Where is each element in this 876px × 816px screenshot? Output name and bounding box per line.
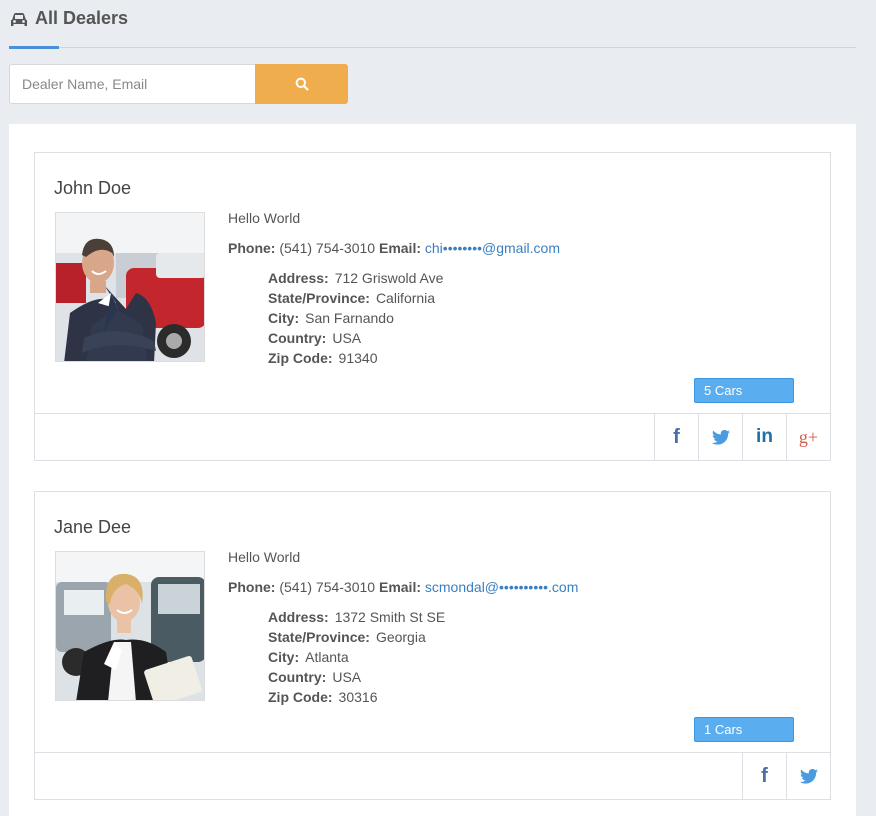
title-divider [9,47,856,48]
country-label: Country: [268,669,327,685]
zip-label: Zip Code: [268,689,333,705]
facebook-icon[interactable]: f [654,414,698,460]
city-value: San Farnando [305,310,394,326]
state-label: State/Province: [268,290,370,306]
zip-value: 30316 [338,689,378,705]
search-icon [295,77,309,91]
city-value: Atlanta [305,649,349,665]
country-value: USA [332,330,362,346]
zip-label: Zip Code: [268,350,333,366]
search-button[interactable] [255,64,348,104]
dealer-photo [55,212,205,362]
cars-count-badge[interactable]: 1 Cars [694,717,794,742]
email-label: Email: [378,579,421,595]
dealer-bio: Hello World [228,549,301,565]
country-label: Country: [268,330,327,346]
email-link[interactable]: scmondal@••••••••••.com [425,579,578,595]
phone-label: Phone: [228,240,276,256]
dealer-card: John Doe Hello World Phone: (541) 754-30… [34,152,831,461]
dealer-address: Address: 1372 Smith St SE State/Province:… [268,609,445,709]
page-header: All Dealers [9,8,128,29]
search-input[interactable] [9,64,255,104]
email-link[interactable]: chi••••••••@gmail.com [425,240,560,256]
car-icon [11,12,27,26]
dealer-list-panel: John Doe Hello World Phone: (541) 754-30… [9,124,856,816]
zip-value: 91340 [338,350,378,366]
dealer-name[interactable]: John Doe [54,178,131,199]
cars-count-badge[interactable]: 5 Cars [694,378,794,403]
phone-label: Phone: [228,579,276,595]
google-plus-icon[interactable]: g+ [786,414,830,460]
twitter-icon[interactable] [786,753,830,799]
phone-value: (541) 754-3010 [279,240,376,256]
dealer-card: Jane Dee Hello World Phone: (541) 754-30… [34,491,831,800]
facebook-icon[interactable]: f [742,753,786,799]
title-accent-bar [9,46,59,49]
social-links: f [35,752,830,799]
phone-value: (541) 754-3010 [279,579,376,595]
dealer-name[interactable]: Jane Dee [54,517,131,538]
linkedin-icon[interactable]: in [742,414,786,460]
dealer-bio: Hello World [228,210,301,226]
email-label: Email: [378,240,421,256]
state-value: Georgia [375,629,426,645]
address-label: Address: [268,270,329,286]
twitter-icon[interactable] [698,414,742,460]
city-label: City: [268,310,300,326]
address-value: 712 Griswold Ave [334,270,444,286]
state-label: State/Province: [268,629,370,645]
city-label: City: [268,649,300,665]
page-title: All Dealers [35,8,129,28]
dealer-photo [55,551,205,701]
country-value: USA [332,669,362,685]
search-bar [9,64,348,104]
dealer-address: Address: 712 Griswold Ave State/Province:… [268,270,443,370]
social-links: f in g+ [35,413,830,460]
state-value: California [375,290,436,306]
address-label: Address: [268,609,329,625]
dealer-contact: Hello World Phone: (541) 754-3010 Email:… [228,210,560,270]
dealer-contact: Hello World Phone: (541) 754-3010 Email:… [228,549,578,609]
address-value: 1372 Smith St SE [334,609,446,625]
